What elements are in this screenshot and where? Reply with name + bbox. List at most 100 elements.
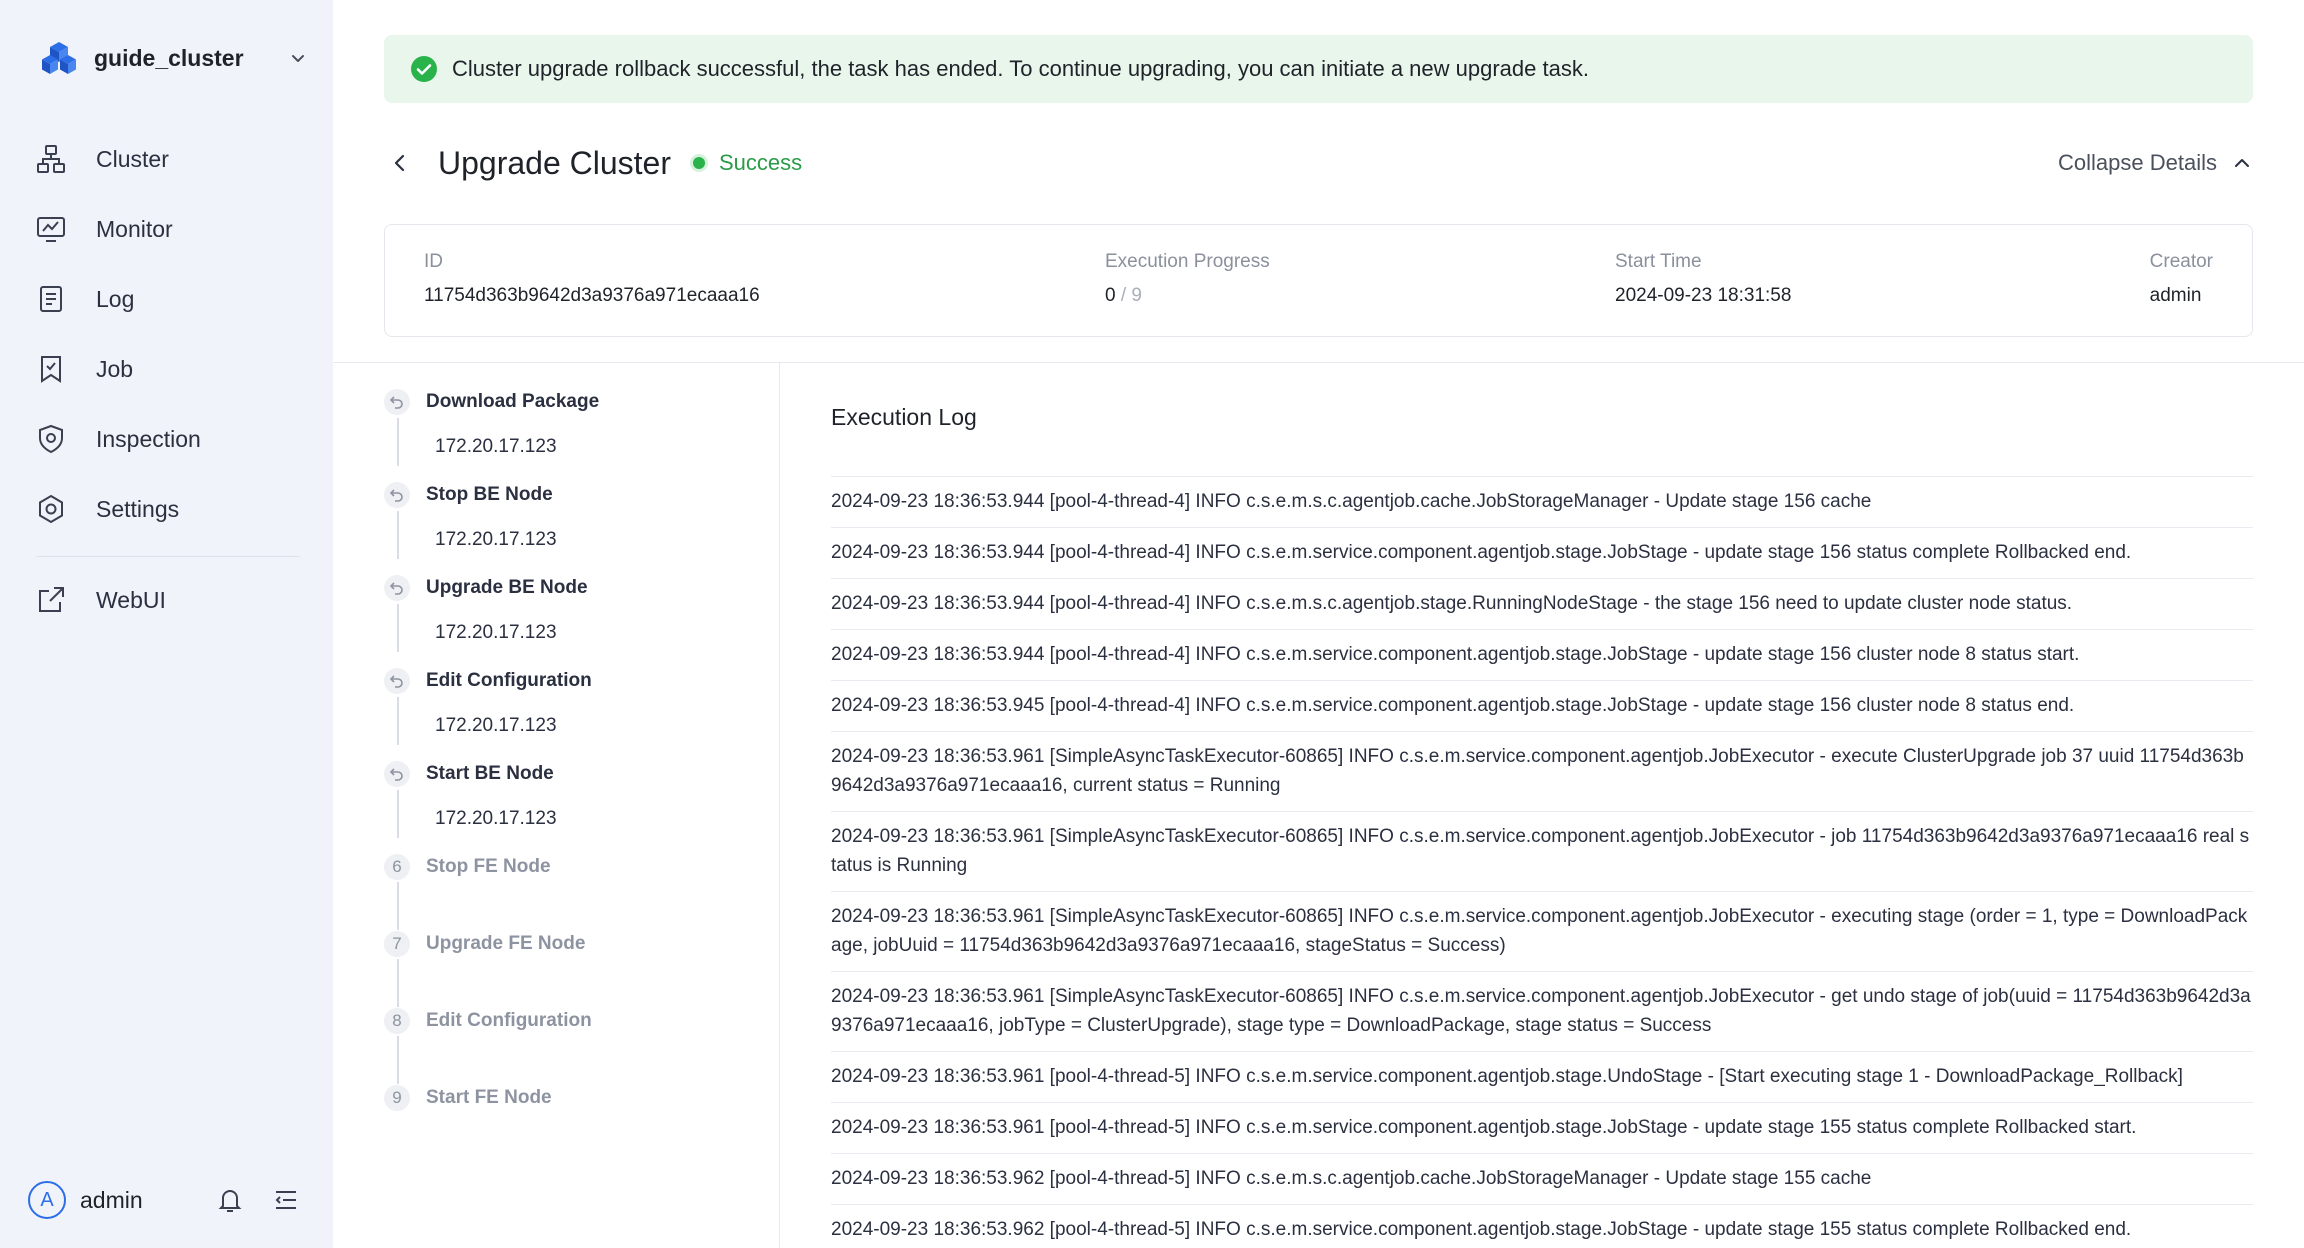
sidebar-item-log[interactable]: Log xyxy=(36,264,306,334)
task-details-card: ID 11754d363b9642d3a9376a971ecaaa16 Exec… xyxy=(384,224,2253,337)
step-item[interactable]: 8 Edit Configuration xyxy=(384,1007,592,1035)
cluster-name: guide_cluster xyxy=(94,44,244,71)
step-connector xyxy=(397,697,399,745)
execution-log[interactable]: 2024-09-23 18:36:53.944 [pool-4-thread-4… xyxy=(831,455,2253,1248)
avatar[interactable]: A xyxy=(28,1181,66,1219)
step-connector xyxy=(397,882,399,930)
sidebar-item-label: Job xyxy=(96,355,134,382)
sidebar-item-label: Monitor xyxy=(96,215,173,242)
step-item[interactable]: 7 Upgrade FE Node xyxy=(384,930,585,958)
step-connector xyxy=(397,418,399,466)
sidebar-item-label: Settings xyxy=(96,495,180,522)
sidebar-item-label: WebUI xyxy=(96,586,166,613)
step-item[interactable]: Start BE Node xyxy=(384,760,554,788)
sidebar-item-cluster[interactable]: Cluster xyxy=(36,124,306,194)
sidebar-nav: Cluster Monitor Log Job Inspection Setti… xyxy=(36,124,306,544)
log-line: 2024-09-23 18:36:53.961 [pool-4-thread-5… xyxy=(831,1052,2253,1103)
detail-value: 11754d363b9642d3a9376a971ecaaa16 xyxy=(424,285,760,306)
sidebar-divider xyxy=(36,556,300,557)
sidebar-item-label: Log xyxy=(96,285,135,312)
log-line: 2024-09-23 18:36:53.961 [SimpleAsyncTask… xyxy=(831,972,2253,1052)
step-item[interactable]: Upgrade BE Node xyxy=(384,574,588,602)
step-host: 172.20.17.123 xyxy=(435,808,557,829)
user-name[interactable]: admin xyxy=(80,1187,196,1214)
step-label: Download Package xyxy=(426,391,600,412)
log-line: 2024-09-23 18:36:53.961 [SimpleAsyncTask… xyxy=(831,812,2253,892)
log-line: 2024-09-23 18:36:53.962 [pool-4-thread-5… xyxy=(831,1205,2253,1248)
sidebar: guide_cluster Cluster Monitor Log Job In… xyxy=(0,0,333,1248)
log-line: 2024-09-23 18:36:53.961 [pool-4-thread-5… xyxy=(831,1103,2253,1154)
detail-start-time: Start Time 2024-09-23 18:31:58 xyxy=(1615,251,1791,307)
page-title: Upgrade Cluster xyxy=(438,144,671,181)
progress-done: 0 xyxy=(1105,285,1116,306)
log-line: 2024-09-23 18:36:53.944 [pool-4-thread-4… xyxy=(831,477,2253,528)
step-item[interactable]: 6 Stop FE Node xyxy=(384,853,551,881)
sidebar-item-webui[interactable]: WebUI xyxy=(36,565,306,635)
rollback-icon xyxy=(384,575,410,601)
log-icon xyxy=(36,283,84,315)
rollback-icon xyxy=(384,482,410,508)
step-label: Upgrade FE Node xyxy=(426,933,586,954)
progress-total: / 9 xyxy=(1120,285,1142,306)
detail-label: Start Time xyxy=(1615,251,1702,272)
log-line: 2024-09-23 18:36:53.945 [pool-4-thread-4… xyxy=(831,681,2253,732)
sidebar-item-inspection[interactable]: Inspection xyxy=(36,404,306,474)
detail-value: admin xyxy=(2149,285,2202,306)
rollback-icon xyxy=(384,668,410,694)
log-line: 2024-09-23 18:36:53.944 [pool-4-thread-4… xyxy=(831,630,2253,681)
log-line: 2024-09-23 18:36:53.961 [SimpleAsyncTask… xyxy=(831,732,2253,812)
page-header: Upgrade Cluster Success Collapse Details xyxy=(384,138,2253,188)
step-connector xyxy=(397,959,399,1007)
chevron-down-icon xyxy=(286,46,310,70)
collapse-details-label: Collapse Details xyxy=(2058,150,2217,175)
step-label: Edit Configuration xyxy=(426,1010,592,1031)
step-label: Edit Configuration xyxy=(426,670,592,691)
log-title: Execution Log xyxy=(831,404,977,430)
step-label: Upgrade BE Node xyxy=(426,577,588,598)
step-host: 172.20.17.123 xyxy=(435,529,557,550)
step-item[interactable]: Edit Configuration xyxy=(384,667,592,695)
step-label: Stop FE Node xyxy=(426,856,551,877)
step-host: 172.20.17.123 xyxy=(435,715,557,736)
step-connector xyxy=(397,604,399,652)
sidebar-webui-section: WebUI xyxy=(36,565,306,635)
external-link-icon xyxy=(36,584,84,616)
user-bar: A admin xyxy=(28,1178,308,1222)
sidebar-item-label: Cluster xyxy=(96,145,169,172)
log-line: 2024-09-23 18:36:53.944 [pool-4-thread-4… xyxy=(831,579,2253,630)
chevron-up-icon xyxy=(2235,159,2249,167)
collapse-sidebar-icon[interactable] xyxy=(264,1178,308,1222)
sidebar-item-monitor[interactable]: Monitor xyxy=(36,194,306,264)
step-item[interactable]: 9 Start FE Node xyxy=(384,1084,552,1112)
success-alert: Cluster upgrade rollback successful, the… xyxy=(384,35,2253,103)
log-line-clipped xyxy=(831,455,2253,477)
alert-message: Cluster upgrade rollback successful, the… xyxy=(452,56,1589,81)
step-connector xyxy=(397,1036,399,1084)
log-line: 2024-09-23 18:36:53.961 [SimpleAsyncTask… xyxy=(831,892,2253,972)
step-label: Start FE Node xyxy=(426,1087,552,1108)
detail-label: Creator xyxy=(2149,251,2213,272)
collapse-details-button[interactable]: Collapse Details xyxy=(2058,150,2253,176)
step-number: 7 xyxy=(384,931,410,957)
step-number: 6 xyxy=(384,854,410,880)
status-text: Success xyxy=(719,150,803,175)
inspection-icon xyxy=(36,423,84,455)
step-number: 8 xyxy=(384,1008,410,1034)
sidebar-item-label: Inspection xyxy=(96,425,201,452)
step-item[interactable]: Download Package xyxy=(384,388,599,416)
back-button[interactable] xyxy=(384,147,416,179)
bell-icon[interactable] xyxy=(208,1178,252,1222)
detail-label: ID xyxy=(424,251,443,272)
rollback-icon xyxy=(384,389,410,415)
detail-progress: Execution Progress 0 / 9 xyxy=(1105,251,1270,307)
rollback-icon xyxy=(384,761,410,787)
detail-value: 0 / 9 xyxy=(1105,285,1270,307)
step-label: Start BE Node xyxy=(426,763,554,784)
step-item[interactable]: Stop BE Node xyxy=(384,481,553,509)
cluster-switcher[interactable]: guide_cluster xyxy=(40,38,310,78)
sidebar-item-job[interactable]: Job xyxy=(36,334,306,404)
sidebar-item-settings[interactable]: Settings xyxy=(36,474,306,544)
monitor-icon xyxy=(36,213,84,245)
log-line: 2024-09-23 18:36:53.944 [pool-4-thread-4… xyxy=(831,528,2253,579)
check-circle-icon xyxy=(410,55,438,83)
